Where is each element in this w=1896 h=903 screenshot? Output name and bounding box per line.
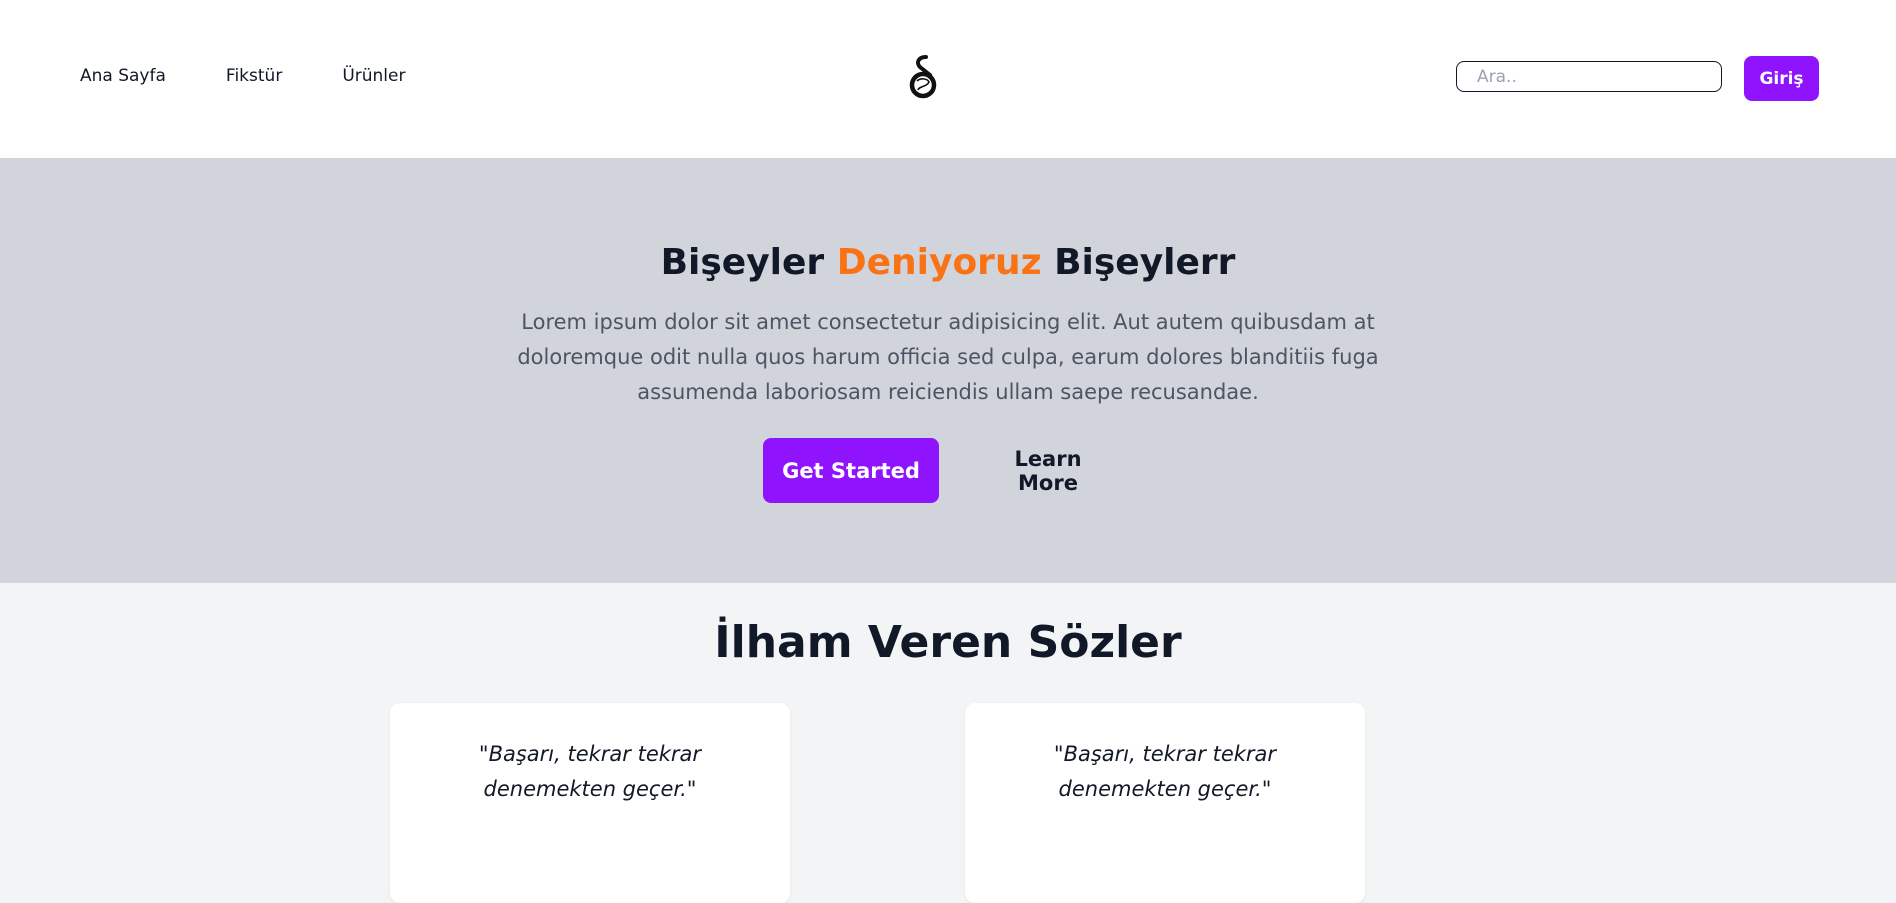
nav-links: Ana Sayfa Fikstür Ürünler bbox=[80, 66, 465, 86]
hero-title-accent: Deniyoruz bbox=[836, 242, 1042, 283]
quote-text: "Başarı, tekrar tekrar denemekten geçer.… bbox=[1053, 742, 1277, 801]
get-started-button[interactable]: Get Started bbox=[763, 438, 939, 503]
search-input[interactable] bbox=[1456, 61, 1722, 92]
quotes-title: İlham Veren Sözler bbox=[714, 617, 1182, 668]
nav-link-urunler[interactable]: Ürünler bbox=[342, 66, 405, 86]
quote-text: "Başarı, tekrar tekrar denemekten geçer.… bbox=[478, 742, 702, 801]
nav-link-ana-sayfa[interactable]: Ana Sayfa bbox=[80, 66, 166, 86]
nav-link-fikstur[interactable]: Fikstür bbox=[226, 66, 282, 86]
login-button[interactable]: Giriş bbox=[1744, 56, 1819, 101]
galatasaray-gs-logo-icon[interactable] bbox=[906, 54, 940, 100]
learn-more-button[interactable]: Learn More bbox=[975, 438, 1121, 503]
hero-title-part1: Bişeyler bbox=[660, 242, 837, 283]
quote-card: "Başarı, tekrar tekrar denemekten geçer.… bbox=[965, 703, 1365, 903]
quote-card: "Başarı, tekrar tekrar denemekten geçer.… bbox=[390, 703, 790, 903]
hero-title: Bişeyler Deniyoruz Bişeylerr bbox=[0, 242, 1896, 283]
hero-description: Lorem ipsum dolor sit amet consectetur a… bbox=[517, 310, 1379, 404]
hero-title-part2: Bişeylerr bbox=[1041, 242, 1236, 283]
quotes-section: İlham Veren Sözler "Başarı, tekrar tekra… bbox=[0, 583, 1896, 903]
hero-section: Bişeyler Deniyoruz Bişeylerr Lorem ipsum… bbox=[0, 158, 1896, 583]
navbar: Ana Sayfa Fikstür Ürünler Giriş bbox=[0, 0, 1896, 158]
